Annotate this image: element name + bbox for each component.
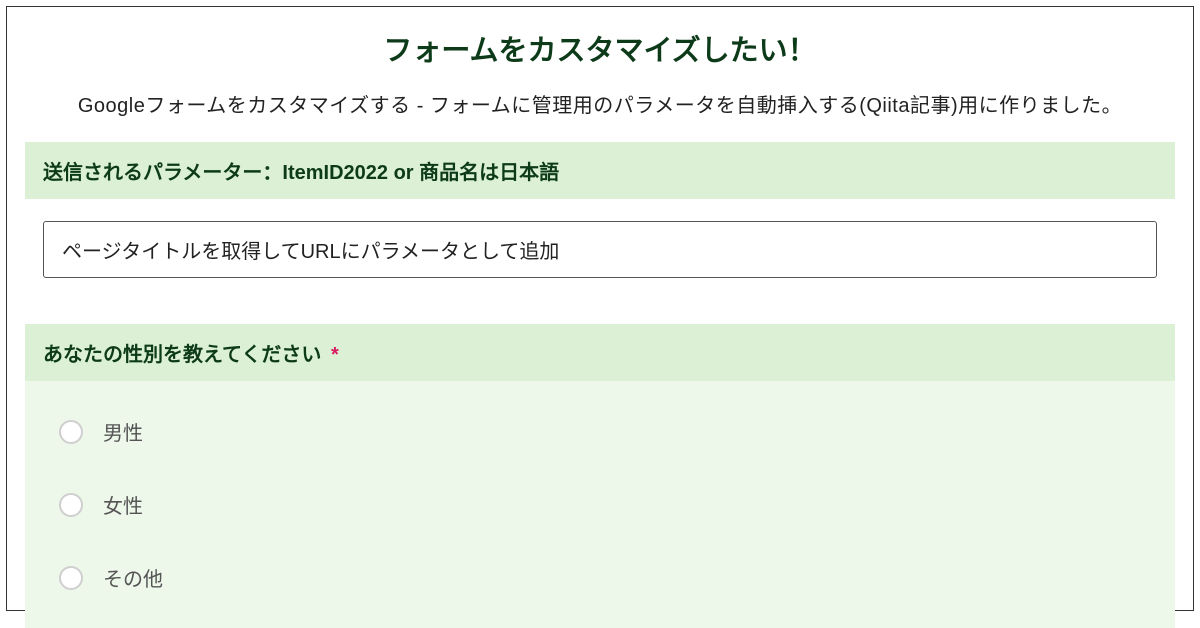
section-gender: あなたの性別を教えてください * 男性 女性 その他 <box>25 324 1175 628</box>
radio-label: 男性 <box>103 417 143 446</box>
section-gender-header: あなたの性別を教えてください * <box>25 324 1175 381</box>
page-description: Googleフォームをカスタマイズする - フォームに管理用のパラメータを自動挿… <box>25 89 1175 118</box>
section-parameter-body <box>25 199 1175 300</box>
radio-circle-icon <box>59 566 83 590</box>
required-mark: * <box>331 344 339 366</box>
parameter-input[interactable] <box>43 221 1157 278</box>
radio-label: その他 <box>103 563 163 592</box>
radio-option-female[interactable]: 女性 <box>59 490 1147 519</box>
radio-circle-icon <box>59 420 83 444</box>
form-frame: フォームをカスタマイズしたい！ Googleフォームをカスタマイズする - フォ… <box>6 6 1194 611</box>
page-title: フォームをカスタマイズしたい！ <box>25 27 1175 69</box>
section-parameter-header: 送信されるパラメーター：ItemID2022 or 商品名は日本語 <box>25 142 1175 199</box>
gender-radio-group: 男性 女性 その他 <box>55 411 1151 598</box>
radio-circle-icon <box>59 493 83 517</box>
section-gender-label: あなたの性別を教えてください <box>43 344 321 366</box>
radio-option-other[interactable]: その他 <box>59 563 1147 592</box>
section-gender-body: 男性 女性 その他 <box>25 381 1175 628</box>
radio-option-male[interactable]: 男性 <box>59 417 1147 446</box>
radio-label: 女性 <box>103 490 143 519</box>
section-parameter: 送信されるパラメーター：ItemID2022 or 商品名は日本語 <box>25 142 1175 300</box>
